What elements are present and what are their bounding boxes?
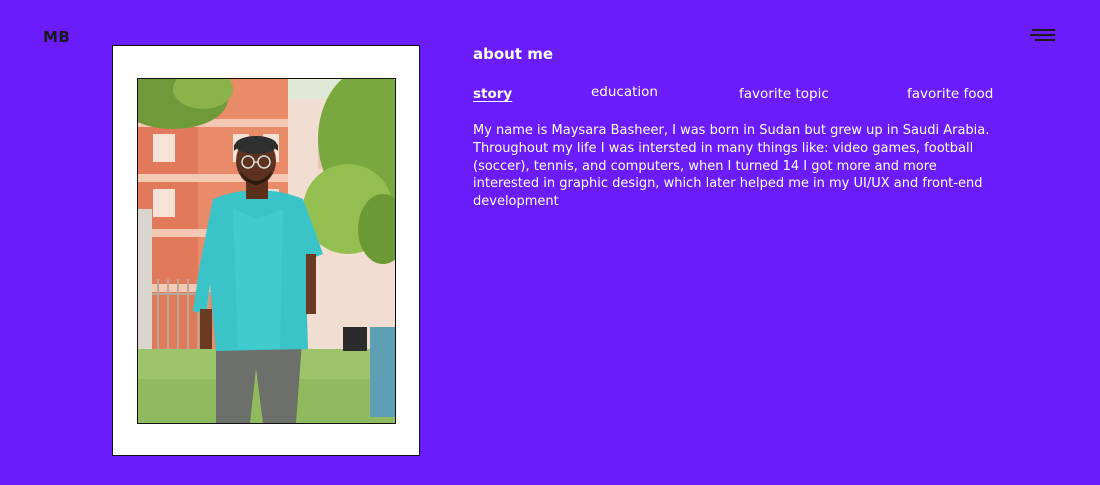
- profile-photo: [137, 78, 396, 424]
- tab-education[interactable]: education: [591, 84, 658, 100]
- tab-story[interactable]: story: [473, 86, 512, 102]
- story-text: My name is Maysara Basheer, I was born i…: [473, 123, 990, 210]
- photo-frame: [112, 45, 420, 456]
- about-me-title: about me: [473, 45, 554, 63]
- hamburger-menu-icon[interactable]: [1029, 28, 1055, 44]
- logo[interactable]: MB: [43, 28, 70, 46]
- tab-favorite-food[interactable]: favorite food: [907, 86, 993, 102]
- tab-favorite-topic[interactable]: favorite topic: [739, 86, 829, 102]
- about-tabs: story education favorite topic favorite …: [473, 84, 993, 106]
